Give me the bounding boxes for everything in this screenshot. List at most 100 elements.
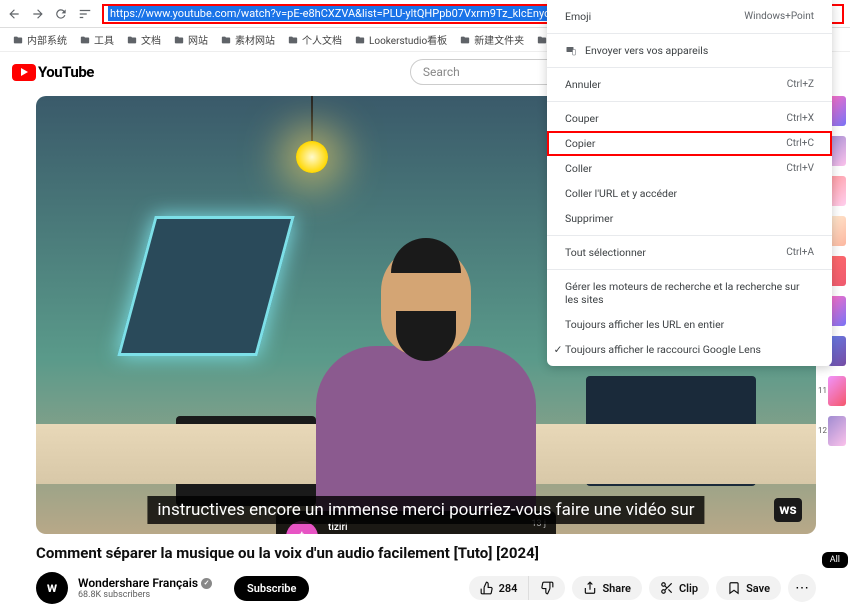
- menu-always-lens[interactable]: ✓Toujours afficher le raccourci Google L…: [547, 337, 832, 362]
- playlist-thumb[interactable]: 11: [828, 376, 846, 406]
- bookmark-item[interactable]: 文档: [126, 32, 161, 47]
- devices-icon: [565, 45, 577, 57]
- menu-select-all[interactable]: Tout sélectionner Ctrl+A: [547, 240, 832, 265]
- dislike-button[interactable]: [529, 576, 565, 600]
- caption-text: instructives encore un immense merci pou…: [147, 496, 704, 524]
- menu-label: Copier: [565, 137, 595, 150]
- menu-divider: [547, 101, 832, 102]
- save-button[interactable]: Save: [716, 576, 781, 600]
- menu-paste-and-go[interactable]: Coller l'URL et y accéder: [547, 181, 832, 206]
- channel-name[interactable]: Wondershare Français ✓: [78, 576, 212, 590]
- bookmark-label: 工具: [94, 32, 114, 47]
- thumbs-up-icon: [480, 581, 494, 595]
- channel-avatar[interactable]: w: [36, 572, 68, 604]
- menu-delete[interactable]: Supprimer: [547, 206, 832, 231]
- channel-name-text: Wondershare Français: [78, 576, 198, 590]
- menu-shortcut: Ctrl+Z: [787, 79, 814, 90]
- folder-icon: [12, 35, 24, 45]
- menu-shortcut: Ctrl+A: [786, 247, 814, 258]
- menu-label: Coller: [565, 162, 592, 175]
- menu-send-devices[interactable]: Envoyer vers vos appareils: [547, 38, 832, 63]
- scissors-icon: [660, 581, 674, 595]
- lamp-decor: [296, 96, 328, 173]
- youtube-logo[interactable]: YouTube: [12, 63, 94, 81]
- channel-info: w Wondershare Français ✓ 68.8K subscribe…: [36, 572, 309, 604]
- menu-always-full-url[interactable]: Toujours afficher les URL en entier: [547, 312, 832, 337]
- menu-divider: [547, 235, 832, 236]
- like-button[interactable]: 284: [469, 576, 530, 600]
- wall-logo-decor: [136, 216, 276, 356]
- menu-label: Emoji: [565, 10, 591, 23]
- menu-shortcut: Ctrl+X: [786, 113, 814, 124]
- bookmark-item[interactable]: Lookerstudio看板: [354, 32, 447, 47]
- share-icon: [583, 581, 597, 595]
- menu-copy[interactable]: Copier Ctrl+C: [547, 131, 832, 156]
- youtube-wordmark: YouTube: [38, 63, 94, 81]
- bookmark-label: 文档: [141, 32, 161, 47]
- menu-label: Tout sélectionner: [565, 246, 646, 259]
- share-button[interactable]: Share: [572, 576, 642, 600]
- subscribe-button[interactable]: Subscribe: [234, 576, 309, 601]
- menu-label: Couper: [565, 112, 599, 125]
- filter-chip-all[interactable]: All: [822, 552, 848, 568]
- folder-icon: [220, 35, 232, 45]
- menu-label: Toujours afficher le raccourci Google Le…: [565, 343, 761, 356]
- presenter-decor: [316, 246, 536, 526]
- bookmark-label: Lookerstudio看板: [369, 32, 447, 47]
- menu-label: Supprimer: [565, 212, 613, 225]
- menu-label: Gérer les moteurs de recherche et la rec…: [565, 280, 814, 306]
- subscriber-count: 68.8K subscribers: [78, 590, 212, 600]
- menu-manage-search[interactable]: Gérer les moteurs de recherche et la rec…: [547, 274, 832, 312]
- menu-label: Toujours afficher les URL en entier: [565, 318, 724, 331]
- folder-icon: [459, 35, 471, 45]
- menu-label: Annuler: [565, 78, 601, 91]
- youtube-play-icon: [12, 64, 36, 81]
- bookmark-item[interactable]: 工具: [79, 32, 114, 47]
- bookmark-item[interactable]: 个人文档: [287, 32, 342, 47]
- playlist-thumb[interactable]: 12: [828, 416, 846, 446]
- wondershare-badge: ws: [774, 498, 802, 522]
- bookmark-label: 网站: [188, 32, 208, 47]
- menu-divider: [547, 269, 832, 270]
- menu-label: Coller l'URL et y accéder: [565, 187, 677, 200]
- thumb-index: 11: [818, 386, 827, 395]
- menu-label: Envoyer vers vos appareils: [585, 44, 708, 57]
- menu-divider: [547, 67, 832, 68]
- bookmark-item[interactable]: 素材网站: [220, 32, 275, 47]
- menu-shortcut: Ctrl+C: [786, 138, 814, 149]
- reload-button[interactable]: [54, 6, 70, 22]
- action-bar: 284 Share Clip Save: [469, 574, 816, 602]
- bookmark-label: 个人文档: [302, 32, 342, 47]
- menu-undo[interactable]: Annuler Ctrl+Z: [547, 72, 832, 97]
- folder-icon: [79, 35, 91, 45]
- menu-paste[interactable]: Coller Ctrl+V: [547, 156, 832, 181]
- video-title: Comment séparer la musique ou la voix d'…: [36, 544, 816, 562]
- bookmark-item[interactable]: 网站: [173, 32, 208, 47]
- menu-cut[interactable]: Couper Ctrl+X: [547, 106, 832, 131]
- folder-icon: [287, 35, 299, 45]
- forward-button[interactable]: [30, 6, 46, 22]
- folder-icon: [126, 35, 138, 45]
- bookmark-item[interactable]: 新建文件夹: [459, 32, 524, 47]
- clip-label: Clip: [679, 582, 698, 595]
- site-controls-icon[interactable]: [78, 6, 94, 22]
- bookmark-label: 素材网站: [235, 32, 275, 47]
- folder-icon: [354, 35, 366, 45]
- bookmark-item[interactable]: 内部系统: [12, 32, 67, 47]
- search-placeholder: Search: [423, 65, 460, 79]
- more-actions-button[interactable]: ⋯: [788, 574, 816, 602]
- back-button[interactable]: [6, 6, 22, 22]
- menu-emoji[interactable]: EmojiWindows+Point: [547, 4, 832, 29]
- bookmark-label: 内部系统: [27, 32, 67, 47]
- thumb-index: 12: [818, 426, 827, 435]
- menu-divider: [547, 33, 832, 34]
- bookmark-icon: [727, 581, 741, 595]
- menu-shortcut: Ctrl+V: [786, 163, 814, 174]
- verified-icon: ✓: [201, 578, 212, 589]
- clip-button[interactable]: Clip: [649, 576, 709, 600]
- like-count: 284: [499, 582, 518, 595]
- video-meta-row: w Wondershare Français ✓ 68.8K subscribe…: [36, 572, 816, 604]
- bookmark-label: 新建文件夹: [474, 32, 524, 47]
- thumbs-down-icon: [540, 581, 554, 595]
- folder-icon: [173, 35, 185, 45]
